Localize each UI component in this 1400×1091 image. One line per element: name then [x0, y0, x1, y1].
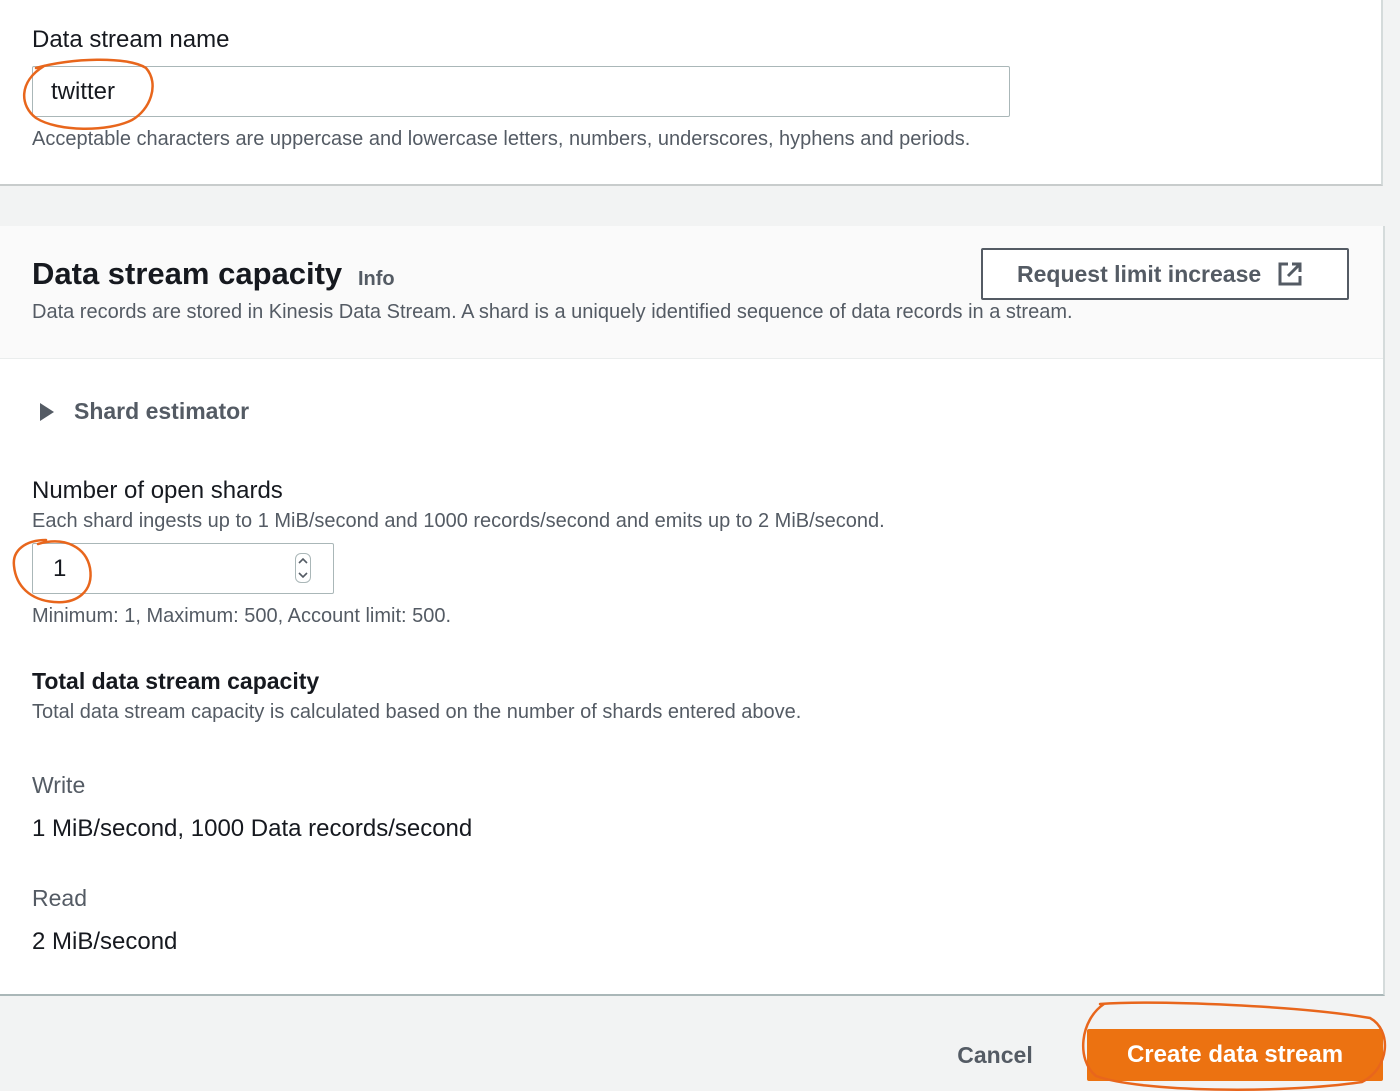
stepper-icon[interactable] — [295, 553, 311, 583]
create-data-stream-button[interactable]: Create data stream — [1087, 1029, 1383, 1081]
shards-field — [32, 543, 334, 594]
total-capacity-description: Total data stream capacity is calculated… — [32, 701, 802, 723]
stream-name-input[interactable] — [32, 66, 1010, 117]
read-label: Read — [32, 885, 87, 911]
read-value: 2 MiB/second — [32, 928, 178, 955]
shards-label: Number of open shards — [32, 477, 283, 504]
shard-estimator-label: Shard estimator — [74, 398, 250, 424]
shards-hint: Each shard ingests up to 1 MiB/second an… — [32, 510, 885, 532]
shard-estimator-expander[interactable]: Shard estimator — [40, 398, 249, 425]
stream-name-panel: Data stream name Acceptable characters a… — [0, 0, 1383, 186]
request-limit-increase-label: Request limit increase — [1017, 260, 1262, 287]
write-label: Write — [32, 772, 86, 798]
total-capacity-title: Total data stream capacity — [32, 668, 320, 694]
stream-name-hint: Acceptable characters are uppercase and … — [32, 128, 971, 150]
cancel-button[interactable]: Cancel — [940, 1032, 1050, 1078]
shards-constraints: Minimum: 1, Maximum: 500, Account limit:… — [32, 605, 452, 627]
capacity-description: Data records are stored in Kinesis Data … — [32, 301, 1073, 323]
stream-name-label: Data stream name — [32, 26, 230, 53]
info-link[interactable]: Info — [358, 268, 395, 291]
external-link-icon — [1277, 261, 1303, 287]
caret-right-icon — [40, 402, 54, 421]
write-value: 1 MiB/second, 1000 Data records/second — [32, 815, 473, 842]
shards-input[interactable] — [33, 544, 283, 593]
page: Data stream name Acceptable characters a… — [0, 0, 1400, 1091]
capacity-header: Data stream capacity Info Data records a… — [0, 226, 1383, 359]
request-limit-increase-button[interactable]: Request limit increase — [981, 248, 1349, 300]
capacity-title: Data stream capacity — [32, 256, 343, 291]
capacity-container: Data stream capacity Info Data records a… — [0, 226, 1385, 996]
